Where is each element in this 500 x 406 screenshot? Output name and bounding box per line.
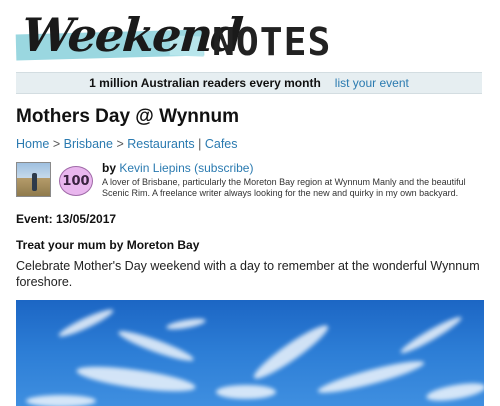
author-byline: by Kevin Liepins (subscribe) — [102, 161, 253, 175]
breadcrumb-cafes[interactable]: Cafes — [205, 137, 238, 151]
logo-word-notes: NOTES — [212, 20, 332, 64]
article-subheading: Treat your mum by Moreton Bay — [16, 238, 200, 252]
cloud — [216, 385, 276, 399]
banner-text: 1 million Australian readers every month — [89, 76, 321, 90]
breadcrumb-separator: | — [198, 137, 205, 151]
breadcrumb-home[interactable]: Home — [16, 137, 49, 151]
cloud — [116, 326, 196, 366]
cloud — [56, 305, 116, 341]
breadcrumb-separator: > — [116, 137, 128, 151]
breadcrumb-separator: > — [52, 137, 64, 151]
subscribe-paren-close: ) — [249, 161, 254, 175]
breadcrumb: Home > Brisbane > Restaurants | Cafes — [16, 137, 238, 151]
author-avatar[interactable] — [16, 162, 51, 197]
author-name-link[interactable]: Kevin Liepins — [119, 161, 190, 175]
article-intro: Celebrate Mother's Day weekend with a da… — [16, 259, 480, 289]
readership-banner: 1 million Australian readers every month… — [16, 72, 482, 94]
logo-word-weekend: Weekend — [20, 8, 244, 62]
cloud — [75, 361, 197, 397]
breadcrumb-restaurants[interactable]: Restaurants — [127, 137, 194, 151]
event-date: Event: 13/05/2017 — [16, 212, 117, 226]
cloud — [249, 319, 333, 385]
author-score-badge: 100 — [59, 166, 93, 196]
hero-image[interactable] — [16, 300, 484, 406]
avatar-figure — [32, 173, 37, 191]
author-bio: A lover of Brisbane, particularly the Mo… — [102, 177, 466, 198]
site-logo[interactable]: Weekend NOTES — [14, 6, 364, 70]
cloud — [165, 316, 207, 332]
cloud — [26, 395, 96, 406]
cloud — [425, 379, 484, 405]
cloud — [316, 356, 426, 398]
subscribe-link[interactable]: subscribe — [198, 161, 249, 175]
list-your-event-link[interactable]: list your event — [335, 76, 409, 90]
byline-by: by — [102, 161, 117, 175]
cloud — [398, 313, 464, 357]
breadcrumb-brisbane[interactable]: Brisbane — [64, 137, 113, 151]
page-title: Mothers Day @ Wynnum — [16, 106, 239, 127]
